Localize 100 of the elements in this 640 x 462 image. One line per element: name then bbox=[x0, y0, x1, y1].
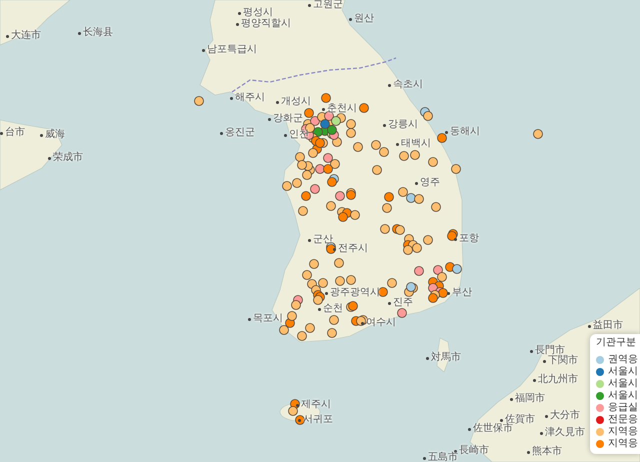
facility-marker[interactable] bbox=[423, 111, 433, 121]
facility-marker[interactable] bbox=[329, 315, 339, 325]
city-dot-icon bbox=[325, 292, 328, 294]
facility-marker[interactable] bbox=[378, 287, 388, 297]
facility-marker[interactable] bbox=[346, 128, 356, 138]
facility-marker[interactable] bbox=[431, 202, 441, 212]
facility-marker[interactable] bbox=[282, 181, 292, 191]
facility-marker[interactable] bbox=[372, 165, 382, 175]
facility-marker[interactable] bbox=[292, 178, 302, 188]
facility-marker[interactable] bbox=[295, 152, 305, 162]
facility-marker[interactable] bbox=[423, 235, 433, 245]
facility-marker[interactable] bbox=[451, 164, 461, 174]
facility-marker[interactable] bbox=[327, 328, 337, 338]
city-dot-icon bbox=[230, 96, 233, 100]
facility-marker[interactable] bbox=[295, 415, 305, 425]
facility-marker[interactable] bbox=[346, 275, 356, 285]
facility-marker[interactable] bbox=[410, 150, 420, 160]
facility-marker[interactable] bbox=[437, 133, 447, 143]
facility-marker[interactable] bbox=[318, 278, 328, 288]
facility-marker[interactable] bbox=[384, 192, 394, 202]
city-dot-icon bbox=[349, 18, 352, 20]
city-dot-icon bbox=[396, 142, 399, 146]
facility-marker[interactable] bbox=[279, 325, 289, 335]
facility-marker[interactable] bbox=[414, 266, 424, 276]
facility-marker[interactable] bbox=[438, 288, 448, 298]
place-label: 长海县 bbox=[83, 28, 113, 38]
facility-marker[interactable] bbox=[350, 210, 360, 220]
facility-marker[interactable] bbox=[371, 140, 381, 150]
facility-marker[interactable] bbox=[379, 147, 389, 157]
facility-marker[interactable] bbox=[382, 203, 392, 213]
facility-marker[interactable] bbox=[335, 276, 345, 286]
facility-marker[interactable] bbox=[353, 142, 363, 152]
place-label: 北九州市 bbox=[538, 375, 578, 385]
place-label: 속초시 bbox=[393, 80, 423, 90]
facility-marker[interactable] bbox=[302, 170, 312, 180]
facility-marker[interactable] bbox=[398, 187, 408, 197]
facility-marker[interactable] bbox=[447, 231, 457, 241]
city-dot-icon bbox=[248, 318, 251, 320]
facility-marker[interactable] bbox=[310, 184, 320, 194]
facility-marker[interactable] bbox=[291, 300, 301, 310]
facility-marker[interactable] bbox=[297, 160, 307, 170]
facility-marker[interactable] bbox=[346, 190, 356, 200]
facility-marker[interactable] bbox=[297, 331, 307, 341]
place-label: 평성시 bbox=[243, 8, 273, 18]
facility-marker[interactable] bbox=[412, 243, 422, 253]
city-dot-icon bbox=[236, 22, 239, 26]
facility-marker[interactable] bbox=[323, 164, 333, 174]
place-label: 威海 bbox=[45, 130, 65, 140]
facility-marker[interactable] bbox=[315, 138, 325, 148]
facility-marker[interactable] bbox=[387, 278, 397, 288]
place-label: 포항 bbox=[459, 234, 479, 244]
facility-marker[interactable] bbox=[298, 206, 308, 216]
facility-marker[interactable] bbox=[428, 157, 438, 167]
facility-marker[interactable] bbox=[327, 177, 337, 187]
facility-marker[interactable] bbox=[406, 282, 416, 292]
facility-marker[interactable] bbox=[309, 259, 319, 269]
facility-marker[interactable] bbox=[334, 258, 344, 268]
city-dot-icon bbox=[533, 378, 536, 382]
facility-marker[interactable] bbox=[301, 191, 311, 201]
facility-marker[interactable] bbox=[533, 129, 543, 139]
facility-marker[interactable] bbox=[414, 194, 424, 204]
facility-marker[interactable] bbox=[194, 96, 204, 106]
facility-marker[interactable] bbox=[359, 103, 369, 113]
facility-marker[interactable] bbox=[308, 148, 318, 158]
facility-marker[interactable] bbox=[452, 264, 462, 274]
facility-marker[interactable] bbox=[302, 270, 312, 280]
facility-marker[interactable] bbox=[326, 244, 336, 254]
place-label: 大连市 bbox=[11, 31, 41, 41]
facility-marker[interactable] bbox=[335, 191, 345, 201]
facility-marker[interactable] bbox=[356, 316, 366, 326]
facility-marker[interactable] bbox=[403, 245, 413, 255]
facility-marker[interactable] bbox=[313, 295, 323, 305]
city-dot-icon bbox=[545, 414, 548, 418]
place-label: 大分市 bbox=[550, 411, 580, 421]
facility-marker[interactable] bbox=[395, 225, 405, 235]
facility-marker[interactable] bbox=[330, 159, 340, 169]
facility-marker[interactable] bbox=[348, 301, 358, 311]
facility-marker[interactable] bbox=[304, 108, 314, 118]
facility-marker[interactable] bbox=[326, 201, 336, 211]
facility-marker[interactable] bbox=[320, 119, 330, 129]
facility-marker[interactable] bbox=[428, 293, 438, 303]
facility-marker[interactable] bbox=[331, 116, 341, 126]
facility-marker[interactable] bbox=[323, 153, 333, 163]
facility-marker[interactable] bbox=[433, 265, 443, 275]
facility-marker[interactable] bbox=[437, 272, 447, 282]
facility-marker[interactable] bbox=[399, 151, 409, 161]
facility-marker[interactable] bbox=[397, 308, 407, 318]
city-dot-icon bbox=[426, 356, 429, 360]
place-label: 동해시 bbox=[450, 127, 480, 137]
facility-marker[interactable] bbox=[380, 224, 390, 234]
facility-marker[interactable] bbox=[321, 93, 331, 103]
facility-marker[interactable] bbox=[327, 125, 337, 135]
city-dot-icon bbox=[468, 428, 471, 430]
facility-marker[interactable] bbox=[305, 323, 315, 333]
facility-marker[interactable] bbox=[288, 406, 298, 416]
place-label: 태백시 bbox=[401, 139, 431, 149]
place-label: 佐賀市 bbox=[505, 415, 535, 425]
facility-marker[interactable] bbox=[338, 212, 348, 222]
city-dot-icon bbox=[530, 350, 533, 352]
facility-marker[interactable] bbox=[287, 311, 297, 321]
